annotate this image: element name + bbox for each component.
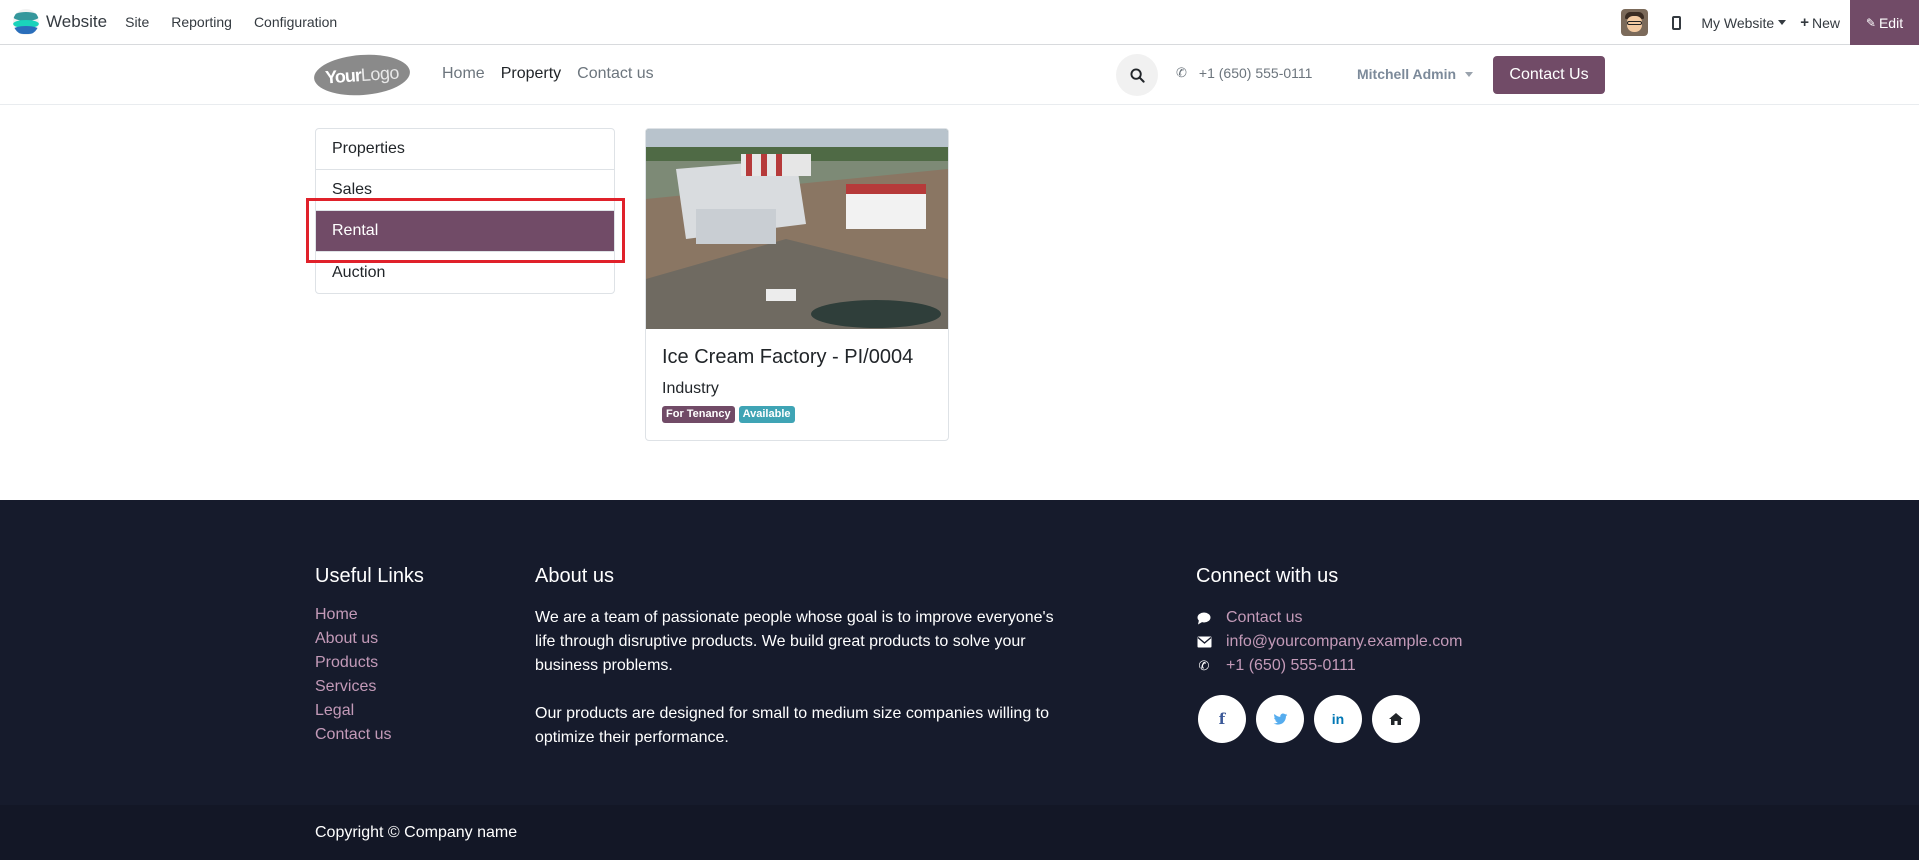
footer-link-about-us[interactable]: About us <box>315 630 391 654</box>
home-button[interactable] <box>1372 695 1420 743</box>
property-title[interactable]: Ice Cream Factory - PI/0004 <box>662 346 913 369</box>
footer-link-contact-us[interactable]: Contact us <box>315 726 391 750</box>
nav-property[interactable]: Property <box>501 65 561 83</box>
logo-text-logo: Logo <box>360 61 400 85</box>
website-app-icon <box>13 9 39 35</box>
category-properties[interactable]: Properties <box>316 129 614 170</box>
user-avatar[interactable] <box>1621 9 1649 36</box>
badge-available: Available <box>738 406 795 423</box>
connect-email-label: info@yourcompany.example.com <box>1226 633 1463 650</box>
header-phone-number: +1 (650) 555-0111 <box>1198 65 1313 81</box>
user-name: Mitchell Admin <box>1357 66 1457 82</box>
facebook-icon: f <box>1218 710 1226 728</box>
search-button[interactable] <box>1116 54 1158 96</box>
home-icon <box>1389 713 1403 725</box>
website-switcher-label: My Website <box>1701 14 1775 31</box>
connect-contact-label: Contact us <box>1226 609 1303 626</box>
linkedin-button[interactable]: in <box>1314 695 1362 743</box>
new-content-label: New <box>1811 14 1840 31</box>
about-paragraph-2: Our products are designed for small to m… <box>535 705 1050 746</box>
admin-right-tools: My Website + New ✎ Edit <box>1621 0 1919 45</box>
connect-phone[interactable]: ✆ +1 (650) 555-0111 <box>1196 654 1463 678</box>
admin-menu: Site Reporting Configuration <box>125 14 359 30</box>
useful-links-list: Home About us Products Services Legal Co… <box>315 606 391 750</box>
nav-home[interactable]: Home <box>442 65 485 83</box>
menu-configuration[interactable]: Configuration <box>254 14 337 30</box>
connect-heading: Connect with us <box>1196 565 1339 587</box>
highlight-box <box>306 198 625 263</box>
useful-links-heading: Useful Links <box>315 565 424 587</box>
company-logo[interactable]: Your Logo <box>312 51 412 99</box>
plus-icon: + <box>1800 14 1809 31</box>
admin-navbar: Website Site Reporting Configuration My … <box>0 0 1919 45</box>
copyright-bar: Copyright © Company name <box>0 805 1919 860</box>
website-switcher[interactable]: My Website <box>1701 14 1787 31</box>
social-links: f in <box>1198 695 1430 743</box>
caret-down-icon <box>1778 20 1787 25</box>
facebook-button[interactable]: f <box>1198 695 1246 743</box>
property-image <box>646 129 948 329</box>
envelope-icon <box>1196 636 1212 648</box>
menu-site[interactable]: Site <box>125 14 149 30</box>
twitter-icon <box>1273 712 1287 725</box>
comment-icon <box>1196 612 1212 625</box>
site-footer: Useful Links Home About us Products Serv… <box>0 500 1919 805</box>
property-card[interactable]: Ice Cream Factory - PI/0004 Industry For… <box>645 128 949 441</box>
copyright-text: Copyright © Company name <box>315 824 518 841</box>
about-paragraph-1: We are a team of passionate people whose… <box>535 609 1054 674</box>
twitter-button[interactable] <box>1256 695 1304 743</box>
connect-phone-label: +1 (650) 555-0111 <box>1226 657 1356 674</box>
pencil-icon: ✎ <box>1865 15 1876 30</box>
site-header: Your Logo Home Property Contact us ✆ +1 (… <box>0 46 1919 105</box>
connect-list: Contact us info@yourcompany.example.com … <box>1196 606 1463 678</box>
user-menu[interactable]: Mitchell Admin <box>1357 66 1474 82</box>
new-content-button[interactable]: + New <box>1800 14 1840 31</box>
footer-link-products[interactable]: Products <box>315 654 391 678</box>
property-badges: For Tenancy Available <box>662 406 799 423</box>
about-us-heading: About us <box>535 565 614 587</box>
menu-reporting[interactable]: Reporting <box>171 14 232 30</box>
property-type: Industry <box>662 380 719 397</box>
contact-us-button[interactable]: Contact Us <box>1493 56 1605 94</box>
footer-link-home[interactable]: Home <box>315 606 391 630</box>
logo-text-your: Your <box>324 64 362 88</box>
edit-button[interactable]: ✎ Edit <box>1850 0 1919 45</box>
app-title: Website <box>46 12 108 31</box>
connect-contact[interactable]: Contact us <box>1196 606 1463 630</box>
search-icon <box>1129 67 1145 83</box>
caret-down-icon <box>1465 71 1474 77</box>
main-nav: Home Property Contact us <box>442 65 670 83</box>
nav-contact-us[interactable]: Contact us <box>577 65 653 83</box>
app-brand[interactable]: Website <box>13 9 107 35</box>
footer-link-services[interactable]: Services <box>315 678 391 702</box>
phone-icon: ✆ <box>1198 658 1210 673</box>
about-us-text: We are a team of passionate people whose… <box>535 606 1075 774</box>
footer-link-legal[interactable]: Legal <box>315 702 391 726</box>
edit-label: Edit <box>1878 14 1904 31</box>
connect-email[interactable]: info@yourcompany.example.com <box>1196 630 1463 654</box>
header-phone[interactable]: ✆ +1 (650) 555-0111 <box>1176 65 1312 81</box>
phone-icon: ✆ <box>1176 65 1187 80</box>
mobile-preview-icon[interactable] <box>1672 15 1682 30</box>
linkedin-icon: in <box>1331 711 1345 727</box>
badge-for-tenancy: For Tenancy <box>662 406 735 423</box>
